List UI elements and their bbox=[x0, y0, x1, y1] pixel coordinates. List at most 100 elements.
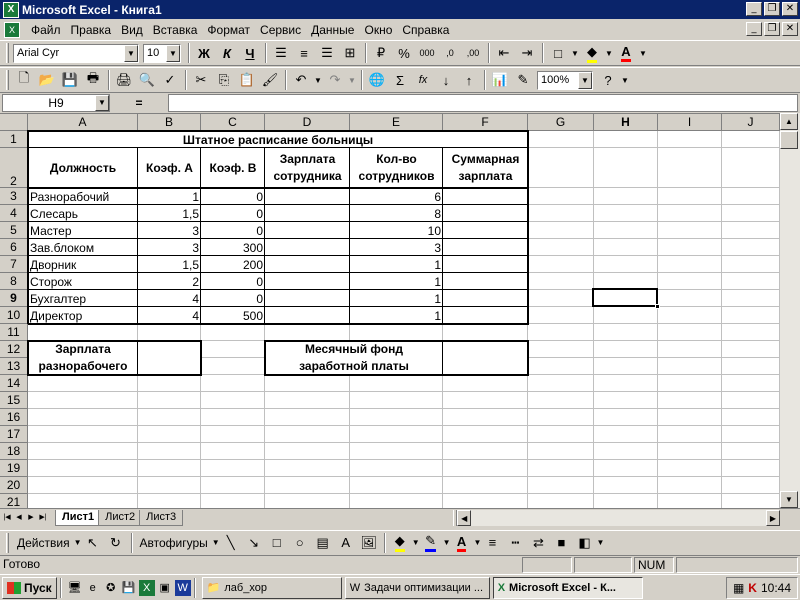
row-header-15[interactable]: 15 bbox=[0, 392, 28, 409]
row-header-11[interactable]: 11 bbox=[0, 324, 28, 341]
cell-count[interactable]: 1 bbox=[350, 307, 443, 324]
scroll-thumb[interactable] bbox=[780, 131, 798, 149]
permission-icon[interactable]: 🖶 bbox=[82, 70, 104, 90]
cell-coef-b[interactable]: 0 bbox=[201, 205, 265, 222]
tray-app-icon[interactable]: ▦ bbox=[733, 581, 744, 595]
increase-decimal-icon[interactable]: ,0 bbox=[439, 43, 461, 63]
menu-data[interactable]: Данные bbox=[306, 23, 359, 37]
row-header-12[interactable]: 12 bbox=[0, 341, 28, 358]
box-monthly-fund-label[interactable]: Месячный фонд заработной платы bbox=[265, 341, 443, 375]
menu-insert[interactable]: Вставка bbox=[148, 23, 203, 37]
cell-coef-a[interactable]: 3 bbox=[138, 239, 201, 256]
document-icon[interactable]: X bbox=[4, 21, 20, 38]
format-painter-icon[interactable]: 🖌 bbox=[259, 70, 281, 90]
increase-indent-icon[interactable]: ⇥ bbox=[516, 43, 538, 63]
cut-icon[interactable]: ✂ bbox=[190, 70, 212, 90]
draw-font-color-dropdown-arrow[interactable]: ▼ bbox=[474, 538, 482, 547]
draw-font-color-icon[interactable]: A bbox=[451, 533, 473, 553]
column-header-i[interactable]: I bbox=[658, 114, 722, 131]
quicklaunch-tool-icon[interactable]: ▣ bbox=[157, 580, 173, 596]
scroll-down-button[interactable]: ▼ bbox=[780, 491, 798, 508]
autoshapes-menu[interactable]: Автофигуры bbox=[136, 536, 212, 550]
drawing-icon[interactable]: ✎ bbox=[512, 70, 534, 90]
cell-coef-b[interactable]: 0 bbox=[201, 188, 265, 205]
show-desktop-icon[interactable]: 🖥 bbox=[67, 580, 83, 596]
cell-coef-a[interactable]: 1,5 bbox=[138, 205, 201, 222]
row-header-1[interactable]: 1 bbox=[0, 131, 28, 148]
cell-coef-b[interactable]: 0 bbox=[201, 273, 265, 290]
column-header-h[interactable]: H bbox=[594, 114, 658, 131]
clipart-icon[interactable]: 🖼 bbox=[358, 533, 380, 553]
cell-coef-b[interactable]: 200 bbox=[201, 256, 265, 273]
wordart-icon[interactable]: A bbox=[335, 533, 357, 553]
font-color-dropdown-arrow[interactable]: ▼ bbox=[638, 43, 648, 63]
arrow-style-icon[interactable]: ⇄ bbox=[527, 533, 549, 553]
rotate-icon[interactable]: ↻ bbox=[105, 533, 127, 553]
cell-coef-a[interactable]: 4 bbox=[138, 307, 201, 324]
chart-wizard-icon[interactable]: 📊 bbox=[489, 70, 511, 90]
header-coef-b[interactable]: Коэф. В bbox=[201, 148, 265, 188]
row-header-6[interactable]: 6 bbox=[0, 239, 28, 256]
spelling-icon[interactable]: ✓ bbox=[159, 70, 181, 90]
cell-coef-a[interactable]: 4 bbox=[138, 290, 201, 307]
help-icon[interactable]: ? bbox=[597, 70, 619, 90]
3d-icon[interactable]: ◧ bbox=[573, 533, 595, 553]
doc-restore-button[interactable]: ❐ bbox=[764, 22, 780, 36]
cell-coef-a[interactable]: 1 bbox=[138, 188, 201, 205]
draw-fill-dropdown-arrow[interactable]: ▼ bbox=[412, 538, 420, 547]
undo-icon[interactable]: ↶ bbox=[290, 70, 312, 90]
percent-button[interactable]: % bbox=[393, 43, 415, 63]
align-right-icon[interactable]: ☰ bbox=[316, 43, 338, 63]
cell-count[interactable]: 1 bbox=[350, 273, 443, 290]
formula-input[interactable] bbox=[168, 94, 798, 112]
formula-equals-button[interactable]: = bbox=[110, 96, 168, 110]
menu-file[interactable]: Файл bbox=[26, 23, 66, 37]
row-header-18[interactable]: 18 bbox=[0, 443, 28, 460]
bold-button[interactable]: Ж bbox=[193, 43, 215, 63]
line-icon[interactable]: ╲ bbox=[220, 533, 242, 553]
taskbar-excel-button[interactable]: X Microsoft Excel - К... bbox=[492, 576, 643, 599]
oval-icon[interactable]: ○ bbox=[289, 533, 311, 553]
taskbar-folder-button[interactable]: 📁 лаб_хор bbox=[201, 576, 342, 599]
font-size-select[interactable]: 10 ▼ bbox=[143, 43, 181, 63]
sheet-tab-1[interactable]: Лист1 bbox=[55, 509, 102, 526]
menu-edit[interactable]: Правка bbox=[66, 23, 117, 37]
column-header-c[interactable]: C bbox=[201, 114, 265, 131]
sheet-title-cell[interactable]: Штатное расписание больницы bbox=[28, 131, 528, 148]
box-salary-laborer-label[interactable]: Зарплата разнорабочего bbox=[28, 341, 138, 375]
cell-position[interactable]: Слесарь bbox=[28, 205, 138, 222]
horizontal-scrollbar[interactable] bbox=[471, 509, 766, 526]
copy-icon[interactable]: ⎘ bbox=[213, 70, 235, 90]
line-style-icon[interactable]: ≡ bbox=[481, 533, 503, 553]
row-header-13[interactable]: 13 bbox=[0, 358, 28, 375]
cell-position[interactable]: Сторож bbox=[28, 273, 138, 290]
quicklaunch-app-icon[interactable]: ✪ bbox=[103, 580, 119, 596]
scroll-left-button[interactable]: ◀ bbox=[457, 509, 472, 526]
quicklaunch-save-icon[interactable]: 💾 bbox=[121, 580, 137, 596]
menu-format[interactable]: Формат bbox=[202, 23, 255, 37]
row-header-14[interactable]: 14 bbox=[0, 375, 28, 392]
dash-style-icon[interactable]: ┅ bbox=[504, 533, 526, 553]
size-dropdown-arrow[interactable]: ▼ bbox=[166, 44, 180, 62]
print-preview-icon[interactable]: 🔍 bbox=[136, 70, 158, 90]
font-select[interactable]: Arial Cyr ▼ bbox=[13, 43, 139, 63]
minimize-button[interactable]: _ bbox=[746, 2, 762, 16]
menu-window[interactable]: Окно bbox=[359, 23, 397, 37]
textbox-icon[interactable]: ▤ bbox=[312, 533, 334, 553]
autoshapes-dropdown-arrow[interactable]: ▼ bbox=[212, 538, 220, 547]
hyperlink-icon[interactable]: 🌐 bbox=[366, 70, 388, 90]
box-monthly-fund-value[interactable] bbox=[443, 341, 528, 375]
column-header-j[interactable]: J bbox=[722, 114, 780, 131]
new-icon[interactable]: 🗋 bbox=[13, 70, 35, 90]
cell-position[interactable]: Дворник bbox=[28, 256, 138, 273]
draw-fill-color-icon[interactable]: ◆ bbox=[389, 533, 411, 553]
sort-descending-icon[interactable]: ↑ bbox=[458, 70, 480, 90]
excel-app-icon[interactable]: X bbox=[3, 1, 19, 18]
row-header-17[interactable]: 17 bbox=[0, 426, 28, 443]
menu-tools[interactable]: Сервис bbox=[255, 23, 306, 37]
row-header-5[interactable]: 5 bbox=[0, 222, 28, 239]
column-header-a[interactable]: A bbox=[28, 114, 138, 131]
row-header-16[interactable]: 16 bbox=[0, 409, 28, 426]
cell-position[interactable]: Директор bbox=[28, 307, 138, 324]
column-header-f[interactable]: F bbox=[443, 114, 528, 131]
